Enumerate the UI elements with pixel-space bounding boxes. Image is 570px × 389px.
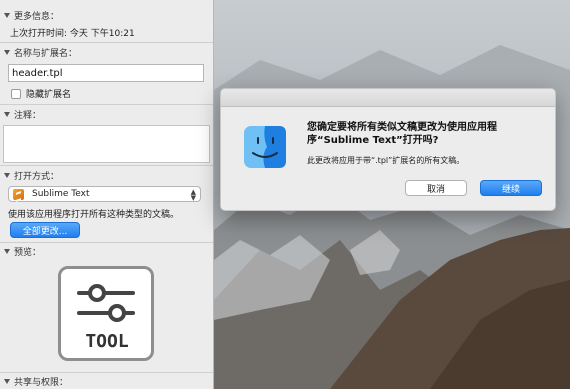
open-with-title: 打开方式：	[14, 171, 60, 182]
sublime-text-icon	[13, 188, 24, 200]
selected-app-label: Sublime Text	[32, 189, 90, 199]
name-ext-title: 名称与扩展名：	[14, 48, 78, 59]
disclosure-triangle-icon[interactable]	[4, 13, 10, 18]
disclosure-triangle-icon[interactable]	[4, 379, 10, 384]
disclosure-triangle-icon[interactable]	[4, 249, 10, 254]
section-comments-header[interactable]: 注释：	[0, 107, 213, 121]
disclosure-triangle-icon[interactable]	[4, 50, 10, 55]
get-info-panel: 更多信息： 上次打开时间: 今天 下午10:21 名称与扩展名： 隐藏扩展名 注…	[0, 0, 214, 389]
hide-extension-checkbox[interactable]	[11, 88, 21, 99]
dialog-title-line1: 您确定要将所有类似文稿更改为使用应用程	[307, 122, 497, 133]
hide-extension-label: 隐藏扩展名	[26, 90, 72, 100]
section-more-info-header[interactable]: 更多信息：	[0, 8, 213, 22]
comments-title: 注释：	[14, 110, 42, 121]
divider	[0, 242, 213, 243]
divider	[0, 165, 213, 166]
section-preview-header[interactable]: 预览：	[0, 244, 213, 258]
tool-sliders-icon: TOOL	[58, 266, 154, 361]
divider	[0, 372, 213, 373]
finder-icon	[244, 126, 286, 168]
hide-extension-row[interactable]: 隐藏扩展名	[11, 87, 71, 100]
open-with-description: 使用该应用程序打开所有这种类型的文稿。	[8, 210, 180, 220]
change-all-button[interactable]: 全部更改...	[10, 222, 80, 238]
tool-icon-label: TOOL	[85, 331, 129, 352]
last-opened-text: 上次打开时间: 今天 下午10:21	[10, 29, 135, 39]
divider	[0, 42, 213, 43]
open-with-select[interactable]: Sublime Text ▲ ▼	[8, 186, 201, 202]
section-open-with-header[interactable]: 打开方式：	[0, 168, 213, 182]
more-info-title: 更多信息：	[14, 11, 60, 22]
section-name-ext-header[interactable]: 名称与扩展名：	[0, 45, 213, 59]
dialog-message: 此更改将应用于带“.tpl”扩展名的所有文稿。	[307, 156, 465, 165]
select-arrows-icon: ▲ ▼	[190, 188, 196, 202]
preview-title: 预览：	[14, 247, 42, 258]
sharing-title: 共享与权限：	[14, 377, 69, 388]
comments-textarea[interactable]	[3, 125, 210, 163]
dialog-title-line2: 序“Sublime Text”打开吗?	[307, 135, 439, 146]
disclosure-triangle-icon[interactable]	[4, 112, 10, 117]
cancel-button[interactable]: 取消	[405, 180, 467, 196]
continue-button[interactable]: 继续	[480, 180, 542, 196]
divider	[0, 104, 213, 105]
disclosure-triangle-icon[interactable]	[4, 173, 10, 178]
dialog-title: 您确定要将所有类似文稿更改为使用应用程 序“Sublime Text”打开吗?	[307, 121, 547, 147]
dialog-titlebar[interactable]	[221, 89, 555, 107]
section-sharing-header[interactable]: 共享与权限：	[0, 374, 213, 388]
filename-input[interactable]	[8, 64, 204, 82]
confirm-change-dialog: 您确定要将所有类似文稿更改为使用应用程 序“Sublime Text”打开吗? …	[220, 88, 556, 211]
